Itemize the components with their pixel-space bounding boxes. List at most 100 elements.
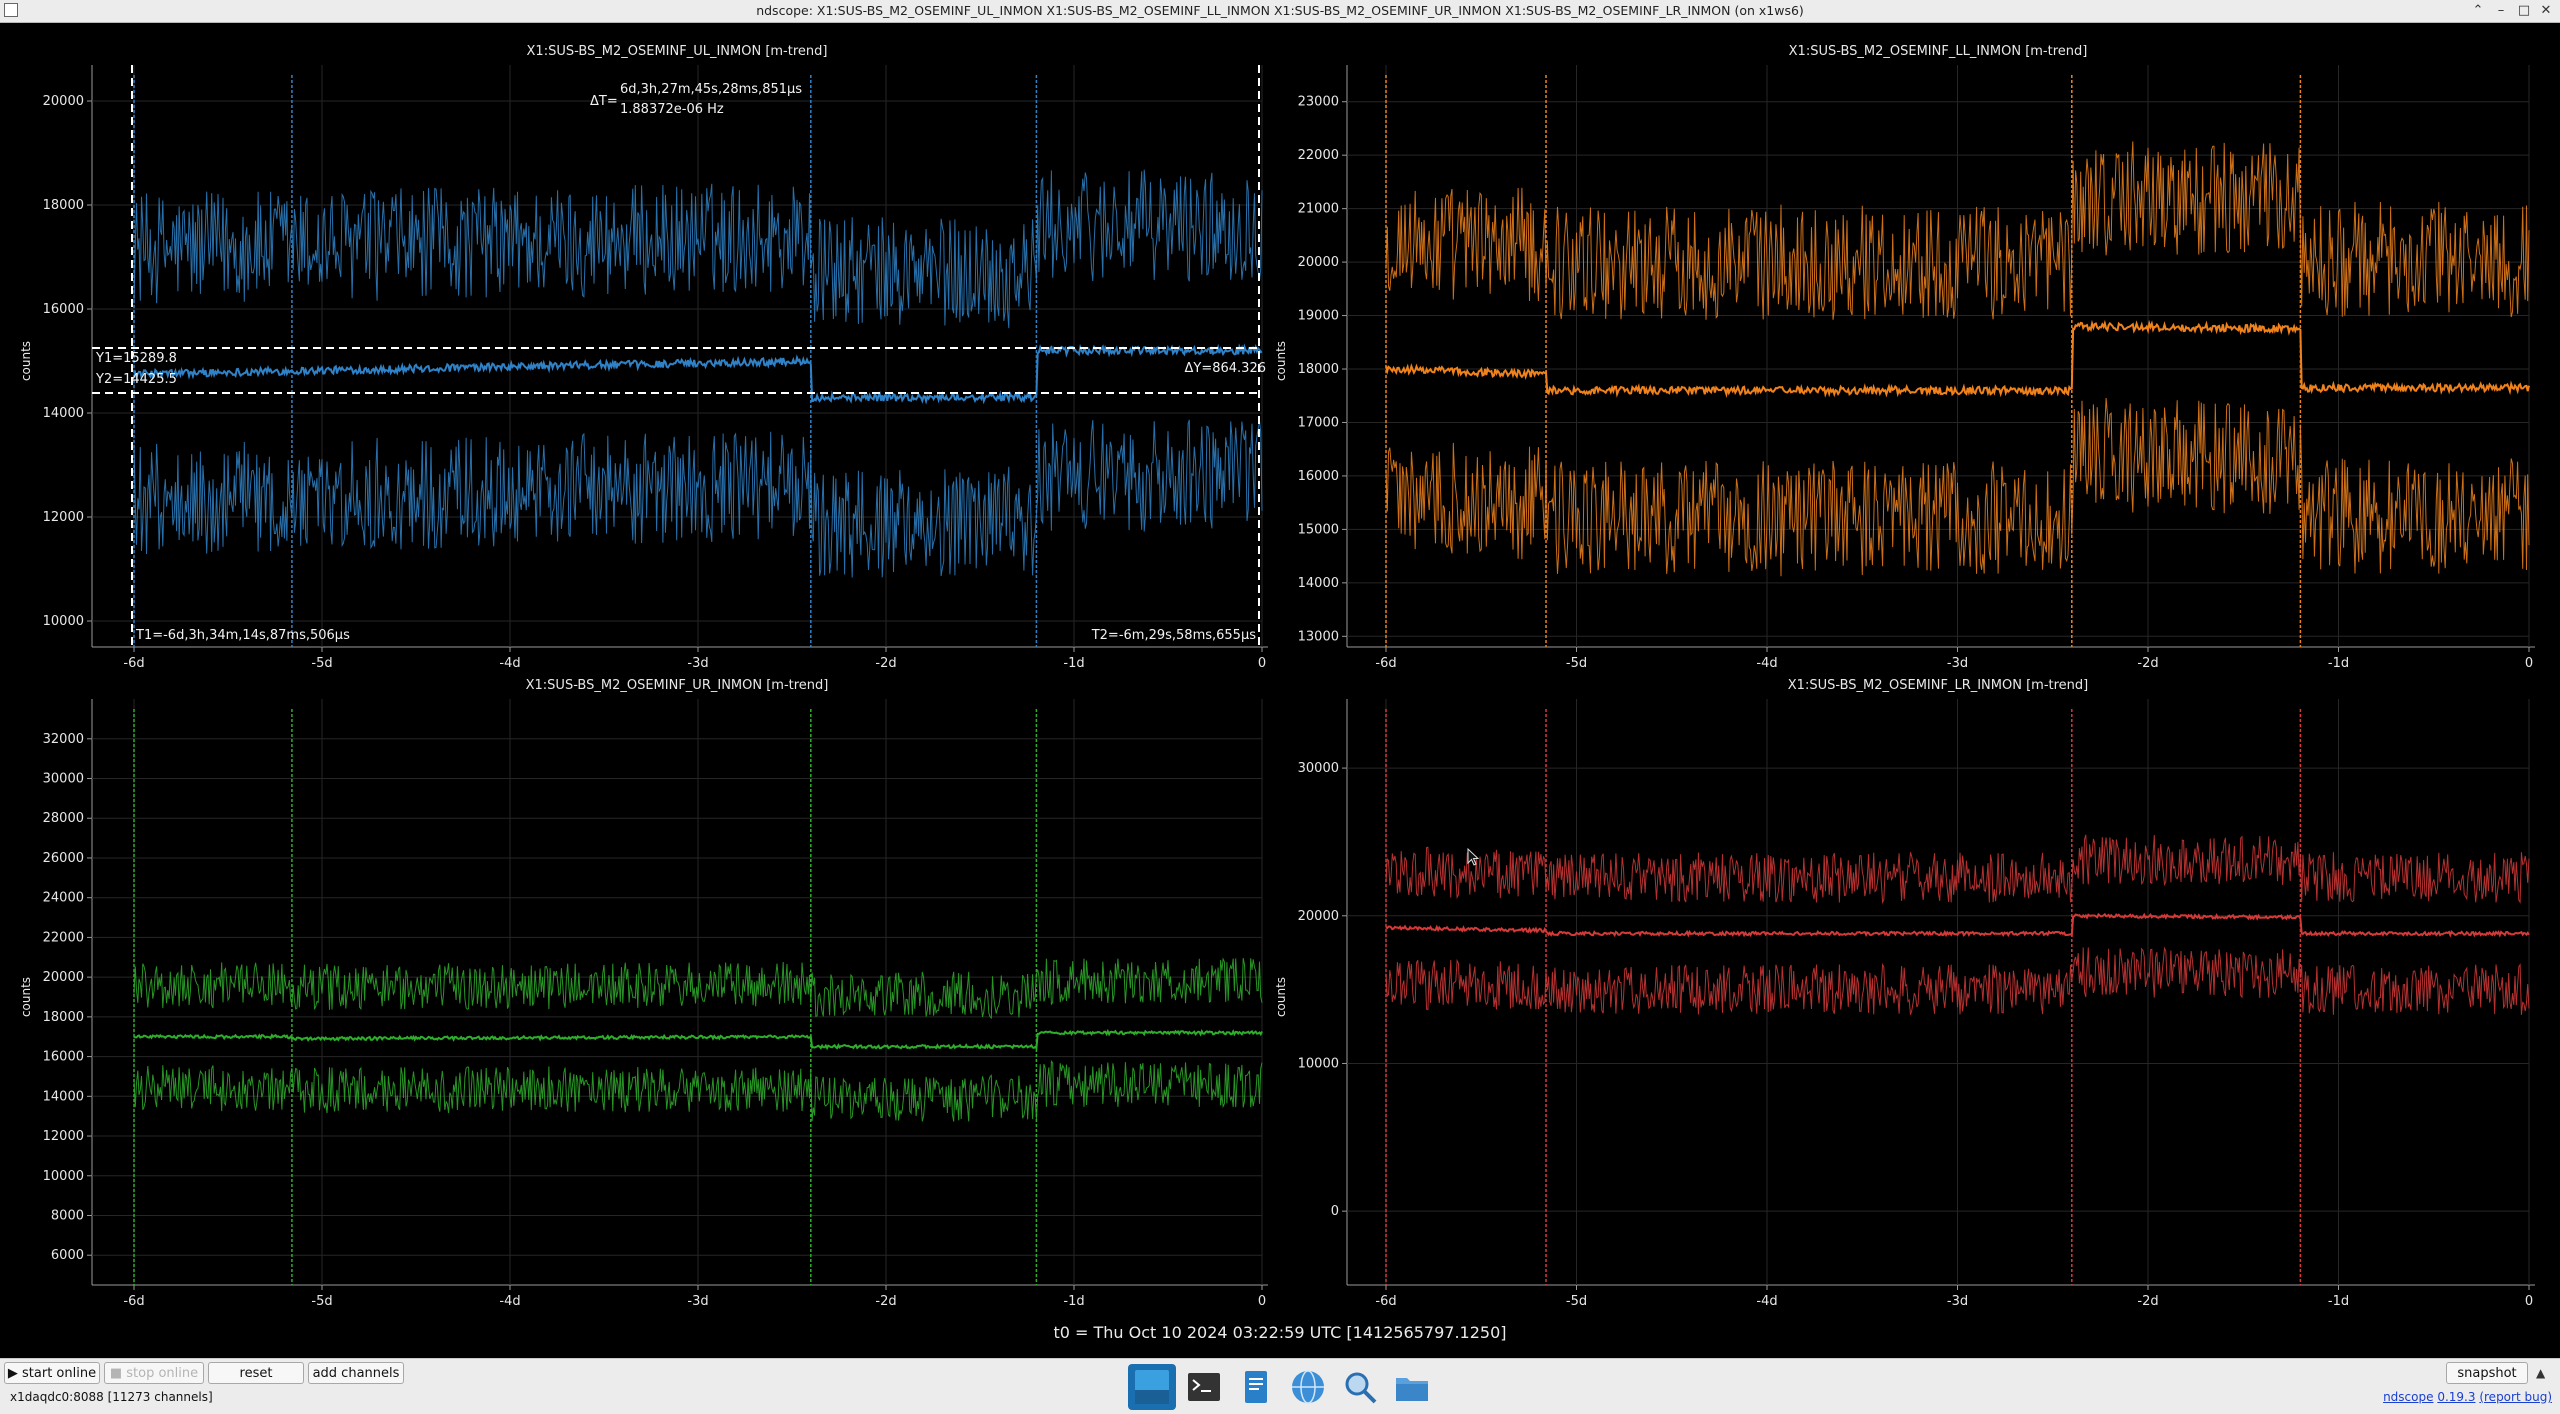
x-tick-label: -2d — [875, 1294, 896, 1309]
x-tick-label: -4d — [1756, 1294, 1777, 1309]
x-tick-label: -1d — [2328, 656, 2349, 671]
menu-arrow-icon[interactable]: ▲ — [2536, 1366, 2545, 1380]
y-tick-label: 19000 — [1298, 309, 1339, 324]
x-tick-label: -6d — [123, 656, 144, 671]
y-tick-label: 22000 — [43, 930, 84, 945]
plot-title: X1:SUS-BS_M2_OSEMINF_UL_INMON [m-trend] — [527, 44, 828, 59]
x-tick-label: -2d — [875, 656, 896, 671]
y-tick-label: 24000 — [43, 891, 84, 906]
x-tick-label: -4d — [499, 656, 520, 671]
plot-title: X1:SUS-BS_M2_OSEMINF_LL_INMON [m-trend] — [1789, 44, 2088, 59]
y-tick-label: 20000 — [43, 970, 84, 985]
report-bug-link[interactable]: (report bug) — [2479, 1390, 2552, 1404]
magnifier-icon[interactable] — [1336, 1364, 1384, 1410]
y-tick-label: 21000 — [1298, 202, 1339, 217]
terminal-icon[interactable] — [1180, 1364, 1228, 1410]
t2-value: T2=-6m,29s,58ms,655µs — [1091, 628, 1257, 643]
x-tick-label: -1d — [2328, 1294, 2349, 1309]
y-tick-label: 0 — [1331, 1204, 1339, 1219]
delta-t-value: 6d,3h,27m,45s,28ms,851µs — [620, 82, 802, 97]
start-online-button[interactable]: ▶ start online — [4, 1362, 100, 1384]
y-tick-label: 20000 — [1298, 909, 1339, 924]
maximize-icon[interactable]: □ — [2514, 1, 2534, 21]
y-tick-label: 10000 — [43, 614, 84, 629]
y1-value: Y1=15289.8 — [95, 351, 177, 366]
window-title: ndscope: X1:SUS-BS_M2_OSEMINF_UL_INMON X… — [756, 3, 1804, 18]
x-tick-label: -4d — [499, 1294, 520, 1309]
delta-frequency-value: 1.88372e-06 Hz — [620, 102, 724, 117]
x-tick-label: -5d — [1566, 656, 1587, 671]
x-tick-label: 0 — [1258, 1294, 1266, 1309]
folder-icon[interactable] — [1388, 1364, 1436, 1410]
x-tick-label: -5d — [311, 656, 332, 671]
shade-icon[interactable]: ⌃ — [2468, 1, 2488, 21]
y-tick-label: 18000 — [43, 1010, 84, 1025]
plot-title: X1:SUS-BS_M2_OSEMINF_UR_INMON [m-trend] — [526, 678, 829, 693]
x-tick-label: -3d — [1947, 656, 1968, 671]
delta-y-value: ΔY=864.326 — [1185, 361, 1267, 376]
plot-title: X1:SUS-BS_M2_OSEMINF_LR_INMON [m-trend] — [1788, 678, 2088, 693]
stop-online-button[interactable]: ■ stop online — [104, 1362, 204, 1384]
x-tick-label: 0 — [2525, 656, 2533, 671]
y-tick-label: 8000 — [51, 1208, 84, 1223]
y-tick-label: 28000 — [43, 811, 84, 826]
reset-button[interactable]: reset — [208, 1362, 304, 1384]
status-text: x1daqdc0:8088 [11273 channels] — [10, 1390, 213, 1404]
y-tick-label: 13000 — [1298, 629, 1339, 644]
add-channels-button[interactable]: add channels — [308, 1362, 404, 1384]
version-link[interactable]: 0.19.3 — [2437, 1390, 2475, 1404]
x-tick-label: -3d — [687, 656, 708, 671]
plot-ll[interactable]: X1:SUS-BS_M2_OSEMINF_LL_INMON [m-trend] c… — [1274, 44, 2535, 671]
document-icon[interactable] — [1232, 1364, 1280, 1410]
window-titlebar: ndscope: X1:SUS-BS_M2_OSEMINF_UL_INMON X… — [0, 0, 2560, 23]
x-tick-label: -1d — [1063, 656, 1084, 671]
plot-ul[interactable]: X1:SUS-BS_M2_OSEMINF_UL_INMON [m-trend] c… — [19, 44, 1268, 671]
y-tick-label: 16000 — [43, 302, 84, 317]
y-tick-label: 26000 — [43, 851, 84, 866]
y-tick-label: 14000 — [43, 406, 84, 421]
plot-ur[interactable]: X1:SUS-BS_M2_OSEMINF_UR_INMON [m-trend] c… — [19, 678, 1268, 1309]
plot-area[interactable]: X1:SUS-BS_M2_OSEMINF_UL_INMON [m-trend] c… — [0, 23, 2560, 1358]
t1-value: T1=-6d,3h,34m,14s,87ms,506µs — [135, 628, 350, 643]
taskbar — [1128, 1364, 1436, 1410]
window-icon[interactable] — [1128, 1364, 1176, 1410]
x-tick-label: 0 — [1258, 656, 1266, 671]
close-icon[interactable]: ✕ — [2536, 1, 2556, 21]
x-tick-label: -6d — [123, 1294, 144, 1309]
y-tick-label: 18000 — [1298, 362, 1339, 377]
y-tick-label: 32000 — [43, 732, 84, 747]
y-axis-label: counts — [1274, 341, 1288, 381]
minimize-icon[interactable]: – — [2491, 1, 2511, 21]
y-tick-label: 18000 — [43, 198, 84, 213]
browser-globe-icon[interactable] — [1284, 1364, 1332, 1410]
y-tick-label: 22000 — [1298, 148, 1339, 163]
x-tick-label: -2d — [2137, 1294, 2158, 1309]
x-tick-label: -2d — [2137, 656, 2158, 671]
y-tick-label: 10000 — [43, 1169, 84, 1184]
snapshot-button[interactable]: snapshot — [2446, 1362, 2528, 1384]
delta-t-label: ΔT= — [590, 94, 618, 109]
y-tick-label: 16000 — [1298, 469, 1339, 484]
y-tick-label: 20000 — [1298, 255, 1339, 270]
x-tick-label: -5d — [1566, 1294, 1587, 1309]
x-tick-label: -4d — [1756, 656, 1777, 671]
x-tick-label: -6d — [1375, 1294, 1396, 1309]
y2-value: Y2=14425.5 — [95, 372, 177, 387]
y-tick-label: 16000 — [43, 1050, 84, 1065]
x-tick-label: -3d — [687, 1294, 708, 1309]
y-tick-label: 17000 — [1298, 415, 1339, 430]
plot-lr[interactable]: X1:SUS-BS_M2_OSEMINF_LR_INMON [m-trend] c… — [1274, 678, 2535, 1309]
y-axis-label: counts — [19, 341, 33, 381]
y-axis-label: counts — [1274, 977, 1288, 1017]
x-tick-label: -3d — [1947, 1294, 1968, 1309]
y-tick-label: 6000 — [51, 1248, 84, 1263]
y-tick-label: 30000 — [1298, 761, 1339, 776]
y-tick-label: 12000 — [43, 510, 84, 525]
version-info: ndscope 0.19.3 (report bug) — [2383, 1390, 2552, 1404]
y-axis-label: counts — [19, 977, 33, 1017]
app-link[interactable]: ndscope — [2383, 1390, 2433, 1404]
y-tick-label: 23000 — [1298, 95, 1339, 110]
x-tick-label: -6d — [1375, 656, 1396, 671]
cursor-layer[interactable]: ΔT=6d,3h,27m,45s,28ms,851µs 1.88372e-06 H… — [92, 65, 1266, 647]
y-tick-label: 20000 — [43, 94, 84, 109]
